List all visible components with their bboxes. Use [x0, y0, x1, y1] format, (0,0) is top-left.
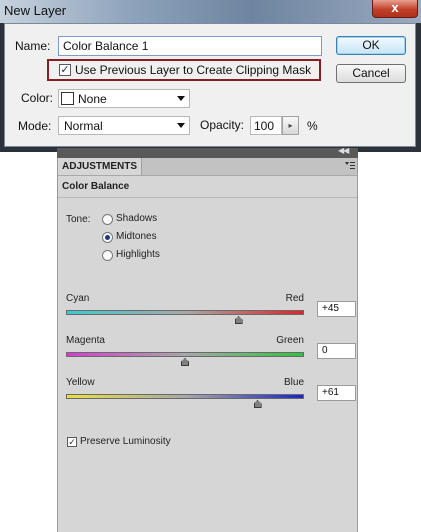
opacity-input[interactable]: 100 [250, 116, 282, 135]
panel-divider [58, 197, 357, 198]
magenta-green-value-input[interactable]: 0 [317, 343, 356, 359]
close-icon: x [391, 0, 399, 15]
slider-left-label-cyan: Cyan [66, 293, 90, 304]
radio-label-midtones: Midtones [116, 231, 157, 242]
dialog-body: Name: Color Balance 1 OK Cancel ✓ Use Pr… [4, 23, 416, 147]
cyan-red-slider-track[interactable] [66, 310, 304, 315]
color-label: Color: [21, 91, 54, 105]
triangle-right-icon: ▸ [288, 121, 293, 130]
slider-left-label-yellow: Yellow [66, 377, 95, 388]
panel-tabstrip: ADJUSTMENTS [58, 158, 357, 176]
chevron-down-icon [177, 123, 185, 128]
yellow-blue-value-input[interactable]: +61 [317, 385, 356, 401]
clipping-mask-label: Use Previous Layer to Create Clipping Ma… [75, 63, 312, 77]
radio-midtones[interactable] [102, 232, 113, 243]
slider-left-label-magenta: Magenta [66, 335, 105, 346]
new-layer-dialog: New Layer x Name: Color Balance 1 OK Can… [0, 0, 421, 152]
panel-title: Color Balance [62, 181, 130, 192]
mode-select[interactable]: Normal [58, 116, 190, 135]
name-input[interactable]: Color Balance 1 [58, 36, 322, 56]
close-button[interactable]: x [372, 0, 418, 18]
opacity-unit: % [307, 119, 318, 133]
radio-highlights[interactable] [102, 250, 113, 261]
color-select[interactable]: None [58, 89, 190, 108]
clipping-mask-highlight: ✓ Use Previous Layer to Create Clipping … [47, 59, 321, 81]
cancel-button[interactable]: Cancel [336, 64, 406, 83]
cyan-red-value-input[interactable]: +45 [317, 301, 356, 317]
chevron-down-icon [177, 96, 185, 101]
panel-menu-icon[interactable] [345, 162, 355, 171]
slider-right-label-blue: Blue [283, 377, 304, 388]
tab-adjustments[interactable]: ADJUSTMENTS [58, 158, 142, 175]
opacity-slider-button[interactable]: ▸ [282, 116, 299, 135]
dialog-title: New Layer [4, 3, 67, 18]
color-value: None [78, 92, 107, 106]
preserve-luminosity-label: Preserve Luminosity [80, 436, 171, 447]
collapse-panel-icon[interactable]: ◀◀ [338, 146, 349, 155]
opacity-label: Opacity: [200, 118, 245, 132]
color-swatch [61, 92, 74, 105]
panel-dock-bar [57, 148, 358, 158]
name-label: Name: [15, 39, 51, 53]
adjustments-panel: ADJUSTMENTS Color Balance Tone: Shadows … [57, 158, 358, 532]
preserve-luminosity-checkbox[interactable]: ✓ [67, 437, 77, 447]
slider-right-label-green: Green [276, 335, 304, 346]
slider-right-label-red: Red [285, 293, 304, 304]
tone-label: Tone: [66, 214, 91, 225]
radio-shadows[interactable] [102, 214, 113, 225]
ok-button[interactable]: OK [336, 36, 406, 55]
clipping-mask-checkbox[interactable]: ✓ [59, 64, 71, 76]
dialog-titlebar: New Layer x [0, 0, 421, 23]
radio-label-highlights: Highlights [116, 249, 160, 260]
mode-value: Normal [64, 119, 103, 133]
radio-label-shadows: Shadows [116, 213, 158, 224]
mode-label: Mode: [18, 119, 52, 133]
magenta-green-slider-track[interactable] [66, 352, 304, 357]
yellow-blue-slider-track[interactable] [66, 394, 304, 399]
